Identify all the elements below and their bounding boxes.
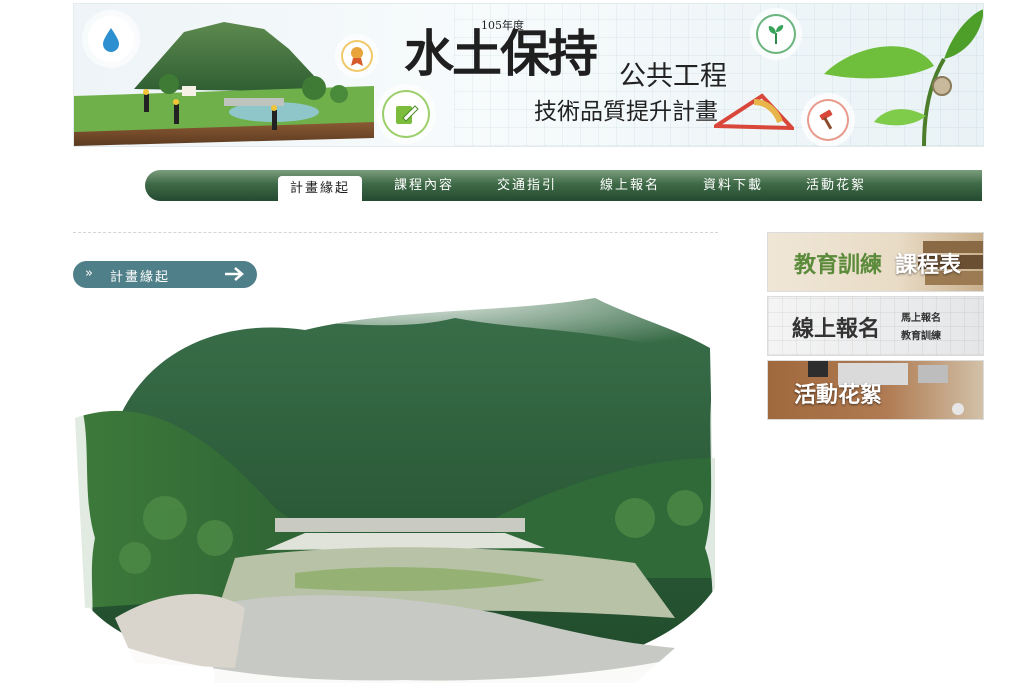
nav-item-course-content[interactable]: 課程內容 — [394, 170, 454, 201]
register-small-label-2: 教育訓練 — [901, 331, 941, 342]
arrow-right-icon — [225, 267, 244, 281]
double-chevron-icon: » — [85, 266, 93, 281]
triangle-ruler-icon — [714, 93, 794, 130]
section-heading: » 計畫緣起 — [73, 261, 257, 288]
sprout-plant-illustration — [824, 9, 983, 146]
register-main-label: 線上報名 — [792, 317, 881, 342]
nav-item-activity-photos[interactable]: 活動花絮 — [806, 170, 866, 201]
register-small-label-1: 馬上報名 — [901, 313, 941, 324]
sidebar-training-schedule[interactable]: 教育訓練 課程表 — [767, 232, 984, 292]
main-nav: 計畫緣起 課程內容 交通指引 線上報名 資料下載 活動花絮 — [145, 170, 982, 201]
nav-item-project-origin[interactable]: 計畫緣起 — [278, 176, 363, 201]
banner-subtitle-1: 公共工程 — [619, 61, 727, 92]
landscape-hero-image — [75, 288, 720, 687]
training-label: 教育訓練 — [794, 253, 883, 278]
sidebar-activity-photos[interactable]: 活動花絮 — [767, 360, 984, 420]
banner-title: 水土保持 — [404, 24, 598, 83]
content-divider — [73, 232, 718, 233]
header-banner: 105年度 水土保持 公共工程 技術品質提升計畫 — [73, 3, 984, 147]
schedule-label: 課程表 — [895, 253, 962, 278]
nav-item-online-registration[interactable]: 線上報名 — [600, 170, 660, 201]
photos-label: 活動花絮 — [794, 383, 883, 408]
award-icon — [341, 40, 373, 72]
sprout-icon — [756, 14, 796, 54]
sidebar-online-registration[interactable]: 線上報名 馬上報名 教育訓練 — [767, 296, 984, 356]
edit-icon — [382, 90, 430, 138]
water-drop-icon — [88, 16, 134, 62]
nav-item-downloads[interactable]: 資料下載 — [703, 170, 763, 201]
banner-subtitle-2: 技術品質提升計畫 — [534, 99, 718, 125]
section-heading-label: 計畫緣起 — [110, 270, 171, 285]
nav-item-traffic-guide[interactable]: 交通指引 — [497, 170, 557, 201]
